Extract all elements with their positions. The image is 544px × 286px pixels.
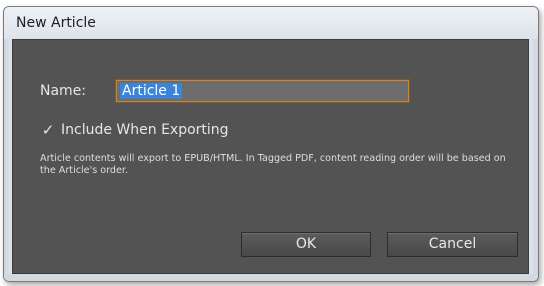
dialog-panel: Name: Article 1 ✓ Include When Exporting… [12,39,529,274]
cancel-button[interactable]: Cancel [387,232,518,257]
name-input-selected-text[interactable]: Article 1 [120,83,183,99]
title-bar[interactable]: New Article [4,7,538,40]
name-label: Name: [40,83,87,99]
include-when-exporting-checkbox[interactable]: ✓ [40,122,56,138]
name-input[interactable]: Article 1 [116,80,409,102]
window-frame-right [529,39,538,281]
checkmark-icon: ✓ [41,121,55,139]
window-frame-bottom [4,274,538,281]
ok-button[interactable]: OK [241,232,371,257]
window-frame-left [4,39,12,281]
dialog-title: New Article [16,15,96,31]
include-when-exporting-label[interactable]: Include When Exporting [61,122,229,138]
export-description-text: Article contents will export to EPUB/HTM… [40,153,506,176]
new-article-dialog: New Article Name: Article 1 ✓ Include Wh… [3,6,539,282]
